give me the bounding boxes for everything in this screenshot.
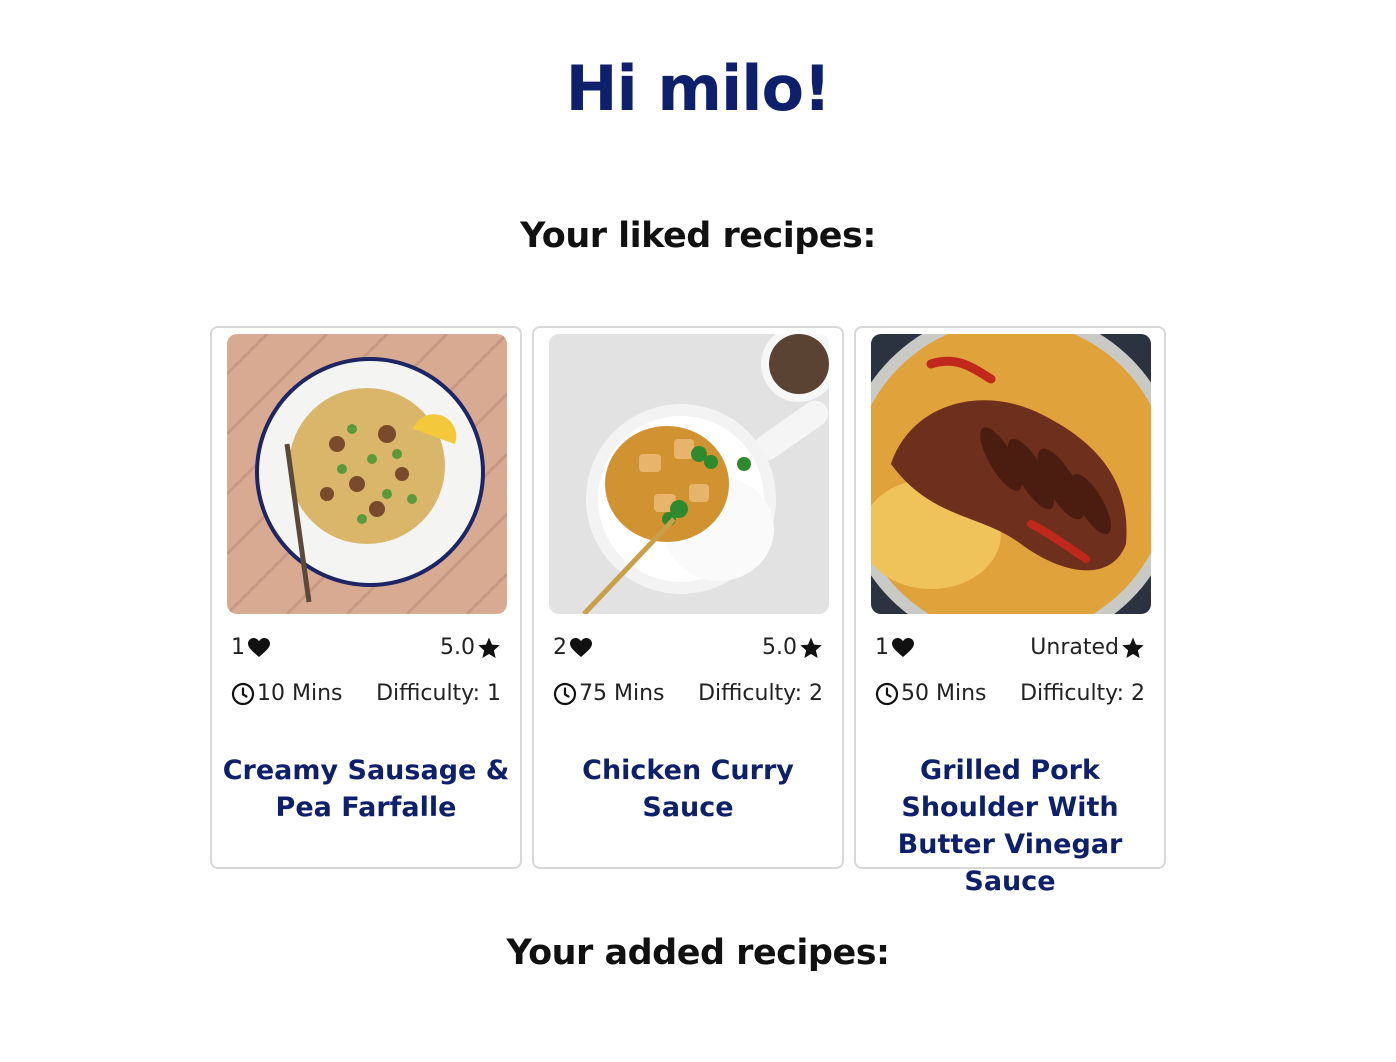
recipe-card[interactable]: 1 5.0 10 Mins Difficulty: 1 Creamy Sausa… xyxy=(210,326,522,869)
difficulty: Difficulty: 1 xyxy=(376,681,501,706)
clock-icon xyxy=(875,682,899,705)
recipe-stats-row: 2 5.0 xyxy=(553,635,823,660)
cook-time: 50 Mins xyxy=(901,681,987,706)
liked-recipes-list: 1 5.0 10 Mins Difficulty: 1 Creamy Sausa… xyxy=(210,326,1166,897)
recipe-image-pork[interactable] xyxy=(871,334,1151,614)
heart-icon[interactable] xyxy=(891,636,915,660)
recipe-card[interactable]: 2 5.0 75 Mins Difficulty: 2 Chicken Curr… xyxy=(532,326,844,869)
recipe-stats-row: 1 Unrated xyxy=(875,635,1145,660)
liked-recipes-heading: Your liked recipes: xyxy=(520,216,876,256)
heart-icon[interactable] xyxy=(569,636,593,660)
difficulty: Difficulty: 2 xyxy=(1020,681,1145,706)
rating-value: 5.0 xyxy=(762,635,797,660)
rating-value: 5.0 xyxy=(440,635,475,660)
recipe-image-curry[interactable] xyxy=(549,334,829,614)
recipe-title-link[interactable]: Creamy Sausage & Pea Farfalle xyxy=(220,752,512,826)
cook-time: 75 Mins xyxy=(579,681,665,706)
recipe-title-link[interactable]: Grilled Pork Shoulder With Butter Vinega… xyxy=(864,752,1156,900)
recipe-info-row: 75 Mins Difficulty: 2 xyxy=(553,681,823,706)
recipe-stats-row: 1 5.0 xyxy=(231,635,501,660)
heart-icon[interactable] xyxy=(247,636,271,660)
likes-count: 1 xyxy=(231,635,245,660)
difficulty: Difficulty: 2 xyxy=(698,681,823,706)
recipe-info-row: 10 Mins Difficulty: 1 xyxy=(231,681,501,706)
star-icon xyxy=(478,637,500,658)
clock-icon xyxy=(231,682,255,705)
page-greeting: Hi milo! xyxy=(565,52,832,125)
recipe-info-row: 50 Mins Difficulty: 2 xyxy=(875,681,1145,706)
star-icon xyxy=(1122,637,1144,658)
added-recipes-heading: Your added recipes: xyxy=(506,933,890,973)
recipe-title-link[interactable]: Chicken Curry Sauce xyxy=(542,752,834,826)
recipe-card[interactable]: 1 Unrated 50 Mins Difficulty: 2 Grilled … xyxy=(854,326,1166,897)
rating-value: Unrated xyxy=(1030,635,1119,660)
cook-time: 10 Mins xyxy=(257,681,343,706)
recipe-image-pasta[interactable] xyxy=(227,334,507,614)
clock-icon xyxy=(553,682,577,705)
likes-count: 2 xyxy=(553,635,567,660)
star-icon xyxy=(800,637,822,658)
likes-count: 1 xyxy=(875,635,889,660)
